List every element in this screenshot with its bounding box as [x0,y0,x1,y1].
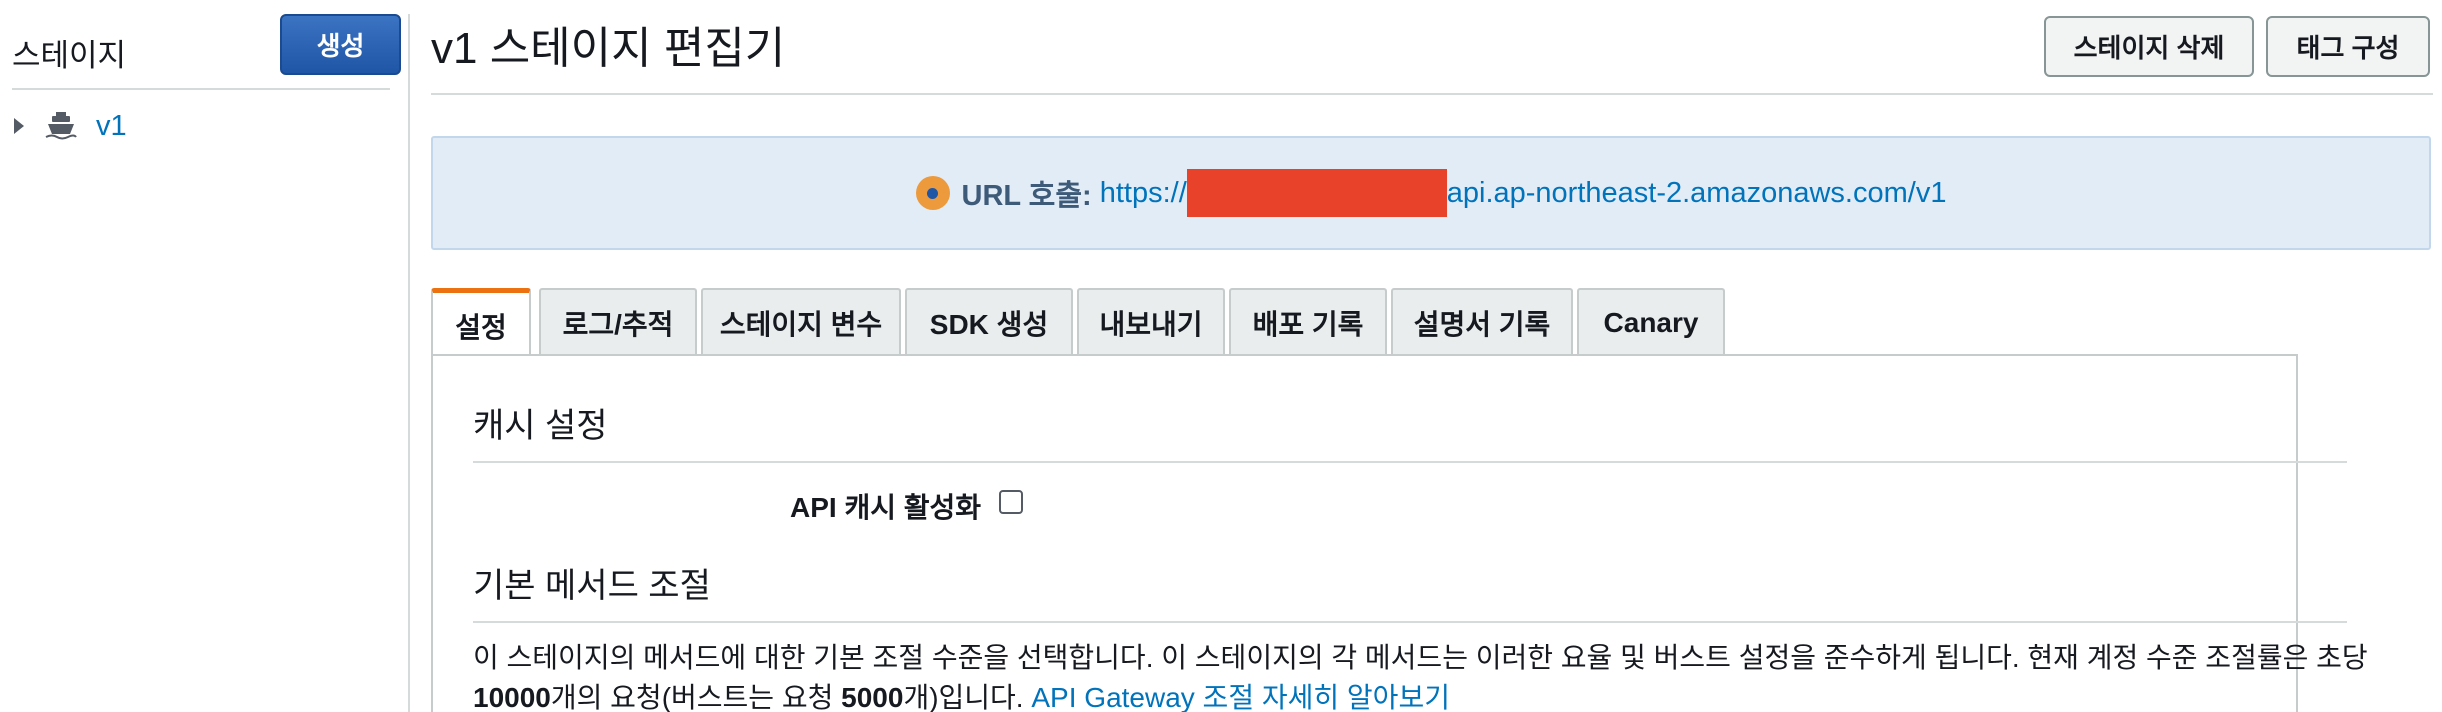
throttling-burst: 5000 [841,682,904,712]
tab-logs-tracing[interactable]: 로그/추적 [539,288,697,356]
cache-settings-divider [473,461,2347,463]
tab-sdk-generation[interactable]: SDK 생성 [905,288,1073,356]
tab-documentation-history[interactable]: 설명서 기록 [1391,288,1573,356]
stage-tree-item-v1[interactable]: v1 [14,106,127,146]
delete-stage-button[interactable]: 스테이지 삭제 [2044,16,2254,77]
throttling-text-3: 개)입니다. [903,682,1032,712]
cache-enable-label: API 캐시 활성화 [790,492,982,523]
sidebar-title: 스테이지 [12,38,127,73]
cache-enable-checkbox[interactable] [999,490,1024,514]
info-icon [915,176,950,210]
redacted-block [1186,169,1447,217]
sidebar: 스테이지 생성 v1 [0,0,401,712]
throttling-learn-more-link[interactable]: API Gateway 조절 자세히 알아보기 [1031,682,1450,712]
sidebar-header: 스테이지 생성 [12,0,401,90]
throttling-rate: 10000 [473,682,551,712]
invoke-url-suffix[interactable]: api.ap-northeast-2.amazonaws.com/v1 [1447,177,1947,210]
tab-settings[interactable]: 설정 [431,288,531,358]
expand-caret-icon[interactable] [14,118,24,134]
throttling-text-2: 개의 요청(버스트는 요청 [550,682,842,712]
tab-export[interactable]: 내보내기 [1077,288,1225,356]
invoke-url-label: URL 호출: [961,180,1092,212]
throttling-text-1: 이 스테이지의 메서드에 대한 기본 조절 수준을 선택합니다. 이 스테이지의… [473,642,2368,673]
throttling-title: 기본 메서드 조절 [473,567,711,605]
invoke-url-prefix[interactable]: https:// [1100,177,1187,210]
tab-deployment-history[interactable]: 배포 기록 [1229,288,1387,356]
invoke-url-link[interactable]: https:// api.ap-northeast-2.amazonaws.co… [1100,169,1947,217]
throttling-description: 이 스테이지의 메서드에 대한 기본 조절 수준을 선택합니다. 이 스테이지의… [473,638,2373,712]
tab-stage-variables[interactable]: 스테이지 변수 [701,288,901,356]
cache-settings-title: 캐시 설정 [473,407,608,445]
configure-tags-button[interactable]: 태그 구성 [2266,16,2430,77]
invoke-url-banner: URL 호출: https:// api.ap-northeast-2.amaz… [431,136,2431,250]
stage-icon [45,112,77,140]
cache-enable-row: API 캐시 활성화 [790,486,1024,526]
title-divider [431,93,2433,95]
page-title: v1 스테이지 편집기 [431,24,786,73]
throttling-divider [473,621,2347,623]
tab-canary[interactable]: Canary [1577,288,1725,356]
sidebar-divider[interactable] [408,14,410,712]
create-stage-button[interactable]: 생성 [280,14,401,75]
stage-label[interactable]: v1 [96,110,127,143]
